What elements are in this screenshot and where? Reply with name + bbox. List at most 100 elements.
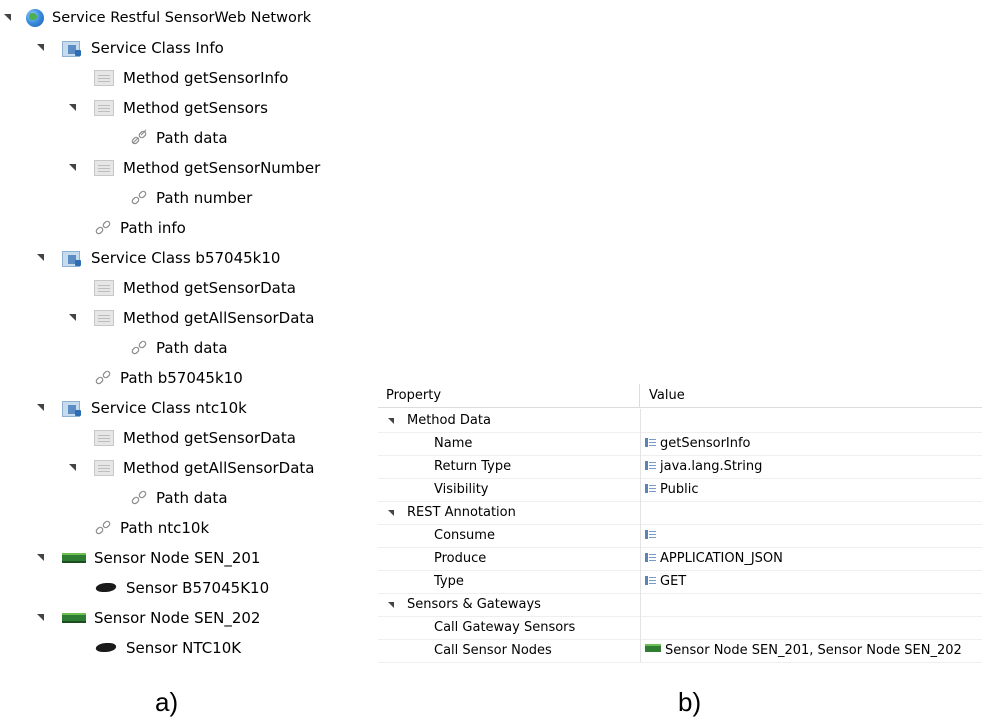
expand-toggle[interactable] [388, 602, 394, 608]
tree-label: Path ntc10k [120, 519, 210, 537]
tree-node-method[interactable]: Method getAllSensorData [69, 453, 314, 483]
property-value: java.lang.String [660, 459, 763, 474]
property-category-row[interactable]: REST Annotation [378, 501, 982, 525]
property-name: Visibility [434, 482, 489, 497]
method-icon [94, 430, 114, 446]
property-name-cell: Call Gateway Sensors [378, 616, 641, 639]
property-name: Consume [434, 528, 495, 543]
tree-node-method[interactable]: Method getSensorData [94, 423, 296, 453]
expand-toggle[interactable] [37, 554, 44, 561]
tree-node-path[interactable]: Path info [94, 213, 186, 243]
sensor-node-icon [62, 613, 86, 623]
expand-toggle[interactable] [37, 254, 44, 261]
property-row[interactable]: Call Sensor Nodes Sensor Node SEN_201, S… [378, 639, 982, 663]
property-value-cell[interactable]: getSensorInfo [641, 432, 982, 455]
expand-toggle[interactable] [4, 14, 11, 21]
property-value-cell[interactable]: APPLICATION_JSON [641, 547, 982, 570]
caption-a: a) [155, 687, 179, 717]
tree-node-service-class[interactable]: Service Class ntc10k [37, 393, 247, 423]
tree-node-path[interactable]: Path data [130, 333, 228, 363]
column-header-value[interactable]: Value [641, 384, 982, 407]
property-row[interactable]: Type GET [378, 570, 982, 594]
tree-node-method[interactable]: Method getSensorNumber [69, 153, 320, 183]
globe-icon [26, 9, 44, 27]
property-value-cell[interactable] [641, 524, 982, 547]
tree-label: Method getSensorData [123, 279, 296, 297]
tree-node-method[interactable]: Method getSensors [69, 93, 268, 123]
tree-label: Path data [156, 339, 228, 357]
expand-toggle[interactable] [69, 164, 76, 171]
property-name-cell: Call Sensor Nodes [378, 639, 641, 662]
tree-label: Service Class Info [91, 39, 224, 57]
expand-toggle[interactable] [37, 44, 44, 51]
property-value-cell[interactable]: Sensor Node SEN_201, Sensor Node SEN_202 [641, 639, 982, 662]
property-row[interactable]: Name getSensorInfo [378, 432, 982, 456]
tree-label: Sensor B57045K10 [126, 579, 270, 597]
tree-node-sensor-node[interactable]: Sensor Node SEN_201 [37, 543, 260, 573]
property-name-cell: REST Annotation [378, 501, 641, 524]
tree-node-method[interactable]: Method getSensorInfo [94, 63, 288, 93]
tree-label: Method getAllSensorData [123, 309, 315, 327]
tree-node-method[interactable]: Method getAllSensorData [69, 303, 314, 333]
tree-label: Path info [120, 219, 186, 237]
text-value-icon [645, 576, 656, 585]
expand-toggle[interactable] [388, 510, 394, 516]
expand-toggle[interactable] [37, 614, 44, 621]
tree-node-sensor[interactable]: Sensor B57045K10 [94, 573, 269, 603]
tree-node-path[interactable]: Path number [130, 183, 252, 213]
tree-label: Sensor Node SEN_201 [94, 549, 261, 567]
service-class-icon [62, 399, 82, 417]
method-icon [94, 460, 114, 476]
property-value: GET [660, 574, 687, 589]
property-row[interactable]: Produce APPLICATION_JSON [378, 547, 982, 571]
text-value-icon [645, 530, 656, 539]
tree-node-network[interactable]: Service Restful SensorWeb Network [4, 3, 311, 33]
property-row[interactable]: Consume [378, 524, 982, 548]
tree-label: Sensor Node SEN_202 [94, 609, 261, 627]
service-class-icon [62, 249, 82, 267]
property-name: Type [434, 574, 464, 589]
link-icon [131, 340, 147, 355]
method-icon [94, 100, 114, 116]
tree-node-path[interactable]: Path ntc10k [94, 513, 209, 543]
property-value-cell [641, 593, 982, 616]
tree-node-sensor[interactable]: Sensor NTC10K [94, 633, 241, 663]
tree-node-service-class[interactable]: Service Class b57045k10 [37, 243, 280, 273]
expand-toggle[interactable] [69, 104, 76, 111]
tree-node-path[interactable]: Path b57045k10 [94, 363, 243, 393]
tree-label: Path data [156, 129, 228, 147]
tree-node-method[interactable]: Method getSensorData [94, 273, 296, 303]
expand-toggle[interactable] [69, 464, 76, 471]
property-value-cell[interactable]: java.lang.String [641, 455, 982, 478]
property-name: Method Data [407, 413, 491, 428]
expand-toggle[interactable] [69, 314, 76, 321]
property-category-row[interactable]: Method Data [378, 409, 982, 433]
property-name: Produce [434, 551, 487, 566]
column-header-property[interactable]: Property [378, 384, 640, 407]
tree-label: Sensor NTC10K [126, 639, 242, 657]
method-icon [94, 310, 114, 326]
tree-node-sensor-node[interactable]: Sensor Node SEN_202 [37, 603, 260, 633]
property-name: Return Type [434, 459, 512, 474]
property-value: getSensorInfo [660, 436, 751, 451]
property-value-cell[interactable]: GET [641, 570, 982, 593]
property-name-cell: Return Type [378, 455, 641, 478]
tree-node-path[interactable]: Path data [130, 123, 228, 153]
property-row[interactable]: Call Gateway Sensors [378, 616, 982, 640]
property-value-cell[interactable] [641, 616, 982, 639]
table-header: Property Value [378, 384, 982, 408]
property-name: Name [434, 436, 473, 451]
tree-node-service-class[interactable]: Service Class Info [37, 33, 224, 63]
method-icon [94, 280, 114, 296]
expand-toggle[interactable] [37, 404, 44, 411]
property-row[interactable]: Return Type java.lang.String [378, 455, 982, 479]
property-name: Call Gateway Sensors [434, 620, 576, 635]
expand-toggle[interactable] [388, 418, 394, 424]
property-value-cell[interactable]: Public [641, 478, 982, 501]
service-class-icon [62, 39, 82, 57]
property-category-row[interactable]: Sensors & Gateways [378, 593, 982, 617]
text-value-icon [645, 438, 656, 447]
property-row[interactable]: Visibility Public [378, 478, 982, 502]
tree-label: Method getAllSensorData [123, 459, 315, 477]
tree-node-path[interactable]: Path data [130, 483, 228, 513]
